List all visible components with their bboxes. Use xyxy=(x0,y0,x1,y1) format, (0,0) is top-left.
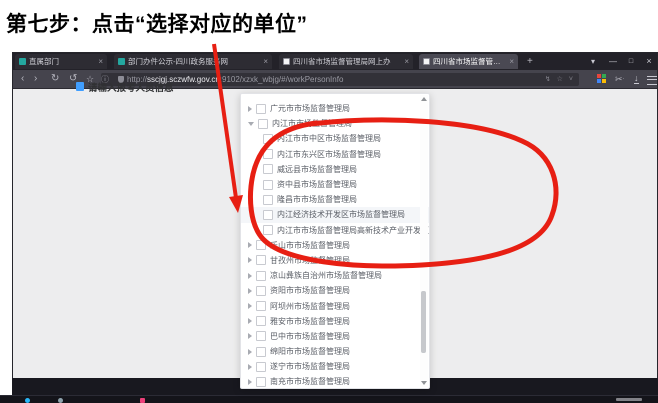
page-favicon xyxy=(423,58,430,65)
unit-dropdown-panel: 广元市市场监督管理局 内江市市场监督管理局 内江市市中区市场监督管理局 内江市东… xyxy=(240,93,430,389)
unit-option[interactable]: 资中县市场监督管理局 xyxy=(241,177,429,192)
checkbox[interactable] xyxy=(256,377,266,387)
browser-tab-2[interactable]: 部门办件公示-四川政务服务网 × xyxy=(114,54,272,69)
taskbar-app-icon[interactable] xyxy=(58,398,63,403)
expand-icon[interactable] xyxy=(248,242,252,248)
screenshot-stage: 第七步：点击“选择对应的单位” 直属部门 × 部门办件公示-四川政务服务网 × … xyxy=(0,0,658,403)
expand-icon[interactable] xyxy=(248,364,252,370)
tab-list-chevron-icon[interactable]: ▾ xyxy=(585,53,601,70)
expand-icon[interactable] xyxy=(248,318,252,324)
taskbar-app-icon[interactable] xyxy=(25,398,30,403)
checkbox[interactable] xyxy=(256,104,266,114)
browser-tab-bar: 直属部门 × 部门办件公示-四川政务服务网 × 四川省市场监督管理局网上办 × … xyxy=(13,53,657,70)
section-heading: 请输入报考人员信息 xyxy=(76,80,174,93)
unit-option[interactable]: 绵阳市市场监督管理局 xyxy=(241,344,429,359)
forward-icon[interactable]: › xyxy=(34,70,37,89)
expand-icon[interactable] xyxy=(248,303,252,309)
extension-grid-icon[interactable] xyxy=(597,74,607,84)
checkbox[interactable] xyxy=(256,271,266,281)
unit-option[interactable]: 隆昌市市场监督管理局 xyxy=(241,192,429,207)
collapse-icon[interactable] xyxy=(248,122,254,126)
checkbox[interactable] xyxy=(256,240,266,250)
step-title: 第七步：点击“选择对应的单位” xyxy=(6,8,308,38)
page-favicon xyxy=(283,58,290,65)
checkbox[interactable] xyxy=(256,286,266,296)
screenshot-scissors-icon[interactable]: ✂· xyxy=(615,70,625,89)
dropdown-scrollbar[interactable] xyxy=(420,95,428,387)
checkbox[interactable] xyxy=(256,362,266,372)
unit-option[interactable]: 资阳市市场监督管理局 xyxy=(241,283,429,298)
taskbar-tray xyxy=(616,398,642,401)
expand-icon[interactable] xyxy=(248,106,252,112)
browser-tab-1[interactable]: 直属部门 × xyxy=(15,54,107,69)
expand-icon[interactable] xyxy=(248,257,252,263)
checkbox[interactable] xyxy=(256,255,266,265)
checkbox[interactable] xyxy=(258,119,268,129)
site-favicon xyxy=(118,58,125,65)
checkbox[interactable] xyxy=(263,164,273,174)
scroll-down-icon[interactable] xyxy=(421,381,427,385)
expand-icon[interactable] xyxy=(248,379,252,385)
unit-option-hovered[interactable]: 内江经济技术开发区市场监督管理局 xyxy=(241,207,429,222)
checkbox[interactable] xyxy=(263,134,273,144)
checkbox[interactable] xyxy=(256,331,266,341)
unit-option[interactable]: 威远县市场监督管理局 xyxy=(241,162,429,177)
window-minimize-button[interactable]: — xyxy=(605,53,621,70)
scroll-up-icon[interactable] xyxy=(421,97,427,101)
expand-icon[interactable] xyxy=(248,349,252,355)
unit-option[interactable]: 雅安市市场监督管理局 xyxy=(241,314,429,329)
window-maximize-button[interactable]: □ xyxy=(623,53,639,70)
checkbox[interactable] xyxy=(256,347,266,357)
checkbox[interactable] xyxy=(263,149,273,159)
checkbox[interactable] xyxy=(263,225,273,235)
checkbox[interactable] xyxy=(263,195,273,205)
taskbar-app-icon[interactable] xyxy=(140,398,145,403)
unit-option[interactable]: 内江市市中区市场监督管理局 xyxy=(241,131,429,146)
unit-option[interactable]: 巴中市市场监督管理局 xyxy=(241,329,429,344)
back-icon[interactable]: ‹ xyxy=(21,70,24,89)
tab-close-icon[interactable]: × xyxy=(98,57,103,66)
urlbar-action-icons[interactable]: ↯ ☆ ˅ xyxy=(545,73,575,86)
tab-close-icon[interactable]: × xyxy=(404,57,409,66)
unit-option[interactable]: 广元市市场监督管理局 xyxy=(241,101,429,116)
site-favicon xyxy=(19,58,26,65)
checkbox[interactable] xyxy=(256,316,266,326)
document-icon xyxy=(76,82,84,91)
new-tab-button[interactable]: + xyxy=(527,54,533,69)
browser-tab-3[interactable]: 四川省市场监督管理局网上办 × xyxy=(279,54,413,69)
tab-close-icon[interactable]: × xyxy=(509,57,514,66)
expand-icon[interactable] xyxy=(248,333,252,339)
unit-option[interactable]: 凉山彝族自治州市场监督管理局 xyxy=(241,268,429,283)
expand-icon[interactable] xyxy=(248,288,252,294)
dropdown-scrollbar-thumb[interactable] xyxy=(421,291,426,353)
checkbox[interactable] xyxy=(256,301,266,311)
unit-option[interactable]: 内江市市场监督管理局高新技术产业开发区分局 xyxy=(241,223,429,238)
unit-option[interactable]: 内江市市场监督管理局 xyxy=(241,116,429,131)
expand-icon[interactable] xyxy=(248,273,252,279)
unit-option[interactable]: 南充市市场监督管理局 xyxy=(241,374,429,389)
reload-icon[interactable]: ↻ xyxy=(51,70,59,89)
unit-option[interactable]: 内江市东兴区市场监督管理局 xyxy=(241,147,429,162)
unit-option[interactable]: 阿坝州市场监督管理局 xyxy=(241,298,429,313)
menu-hamburger-icon[interactable] xyxy=(647,76,657,85)
window-close-button[interactable]: × xyxy=(641,53,657,70)
downloads-icon[interactable]: ↓ xyxy=(634,73,639,84)
checkbox[interactable] xyxy=(263,210,273,220)
tab-close-icon[interactable]: × xyxy=(263,57,268,66)
checkbox[interactable] xyxy=(263,180,273,190)
unit-option[interactable]: 甘孜州市场监督管理局 xyxy=(241,253,429,268)
windows-taskbar xyxy=(0,395,658,403)
browser-tab-4-active[interactable]: 四川省市场监督管理局网上办 × xyxy=(419,54,518,69)
unit-option[interactable]: 乐山市市场监督管理局 xyxy=(241,238,429,253)
unit-option[interactable]: 遂宁市市场监督管理局 xyxy=(241,359,429,374)
